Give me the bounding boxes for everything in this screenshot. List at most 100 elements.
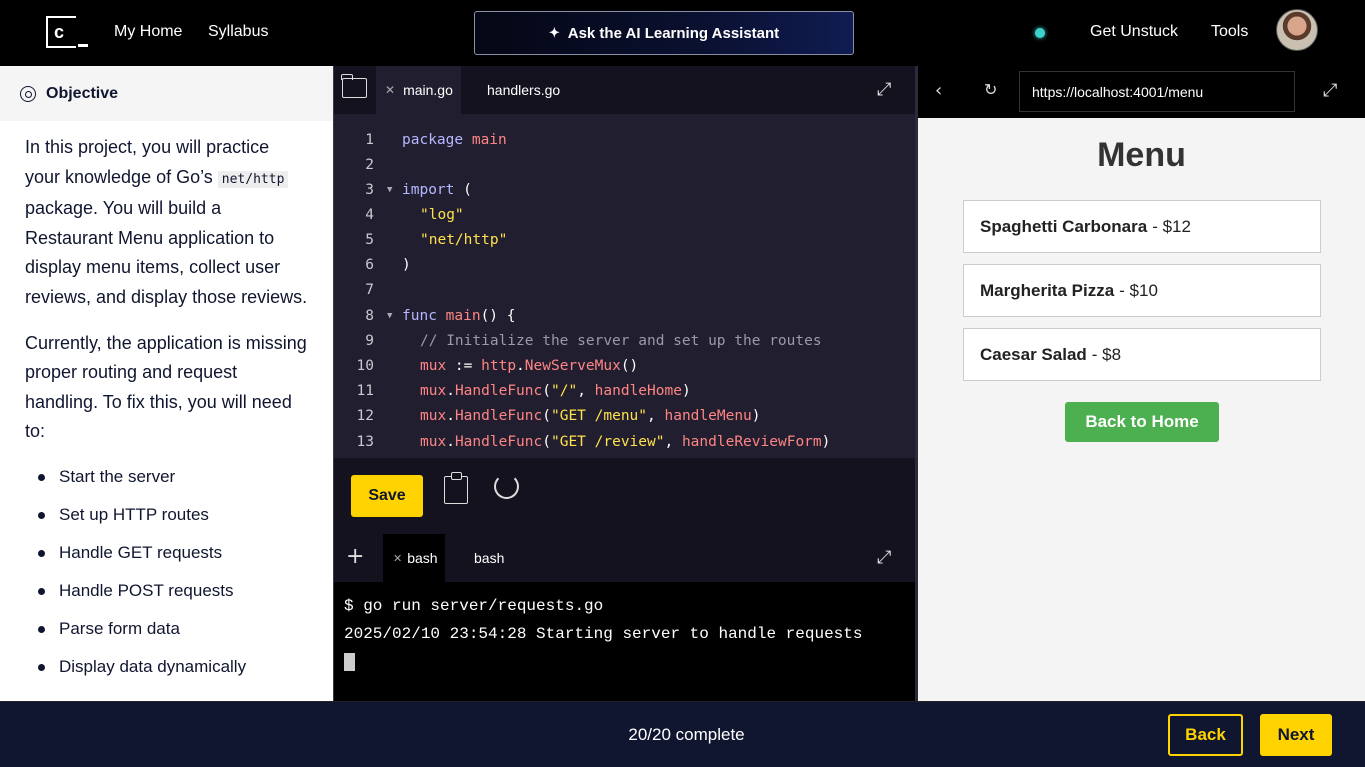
code-token: "log" — [420, 207, 464, 223]
terminal-tab-bar: + ✕ bash bash ⤢ — [334, 534, 915, 582]
item-name: Caesar Salad — [980, 344, 1087, 364]
line-number: 10 — [356, 358, 374, 374]
editor-tab-bar: ✕ main.go handlers.go ⤢ — [334, 66, 915, 114]
code-token: . — [446, 434, 455, 450]
code-token: HandleFunc — [454, 434, 543, 450]
list-item: Parse form data — [38, 617, 333, 655]
back-to-home-button[interactable]: Back to Home — [1065, 402, 1219, 442]
line-number: 8 — [365, 308, 374, 324]
tab-main-go[interactable]: ✕ main.go — [376, 66, 461, 114]
code-token: . — [446, 383, 455, 399]
add-terminal-icon[interactable]: + — [346, 544, 364, 569]
code-token: "GET /review" — [550, 434, 665, 450]
url-bar[interactable]: https://localhost:4001/menu — [1019, 71, 1295, 112]
code-token: . — [516, 358, 525, 374]
code-token: handleMenu — [664, 408, 752, 424]
nav-get-unstuck[interactable]: Get Unstuck — [1090, 23, 1178, 41]
code-token: ( — [463, 182, 472, 198]
line-number: 9 — [365, 333, 374, 349]
line-number: 6 — [365, 257, 374, 273]
line-number: 4 — [365, 207, 374, 223]
tab-label: bash — [407, 550, 438, 566]
user-avatar[interactable] — [1276, 9, 1318, 51]
code-token: mux — [420, 358, 447, 374]
code-token: http — [481, 358, 517, 374]
fold-arrow-icon[interactable]: ▼ — [387, 304, 392, 329]
line-number: 1 — [365, 132, 374, 148]
code-token: , — [647, 408, 665, 424]
tab-bash-2[interactable]: bash — [474, 534, 504, 582]
code-comment: // Initialize the server and set up the … — [420, 333, 822, 349]
code-area[interactable]: 1 package main 2 3 ▼ import ( 4 "log" 5 "net/… — [334, 128, 915, 458]
item-name: Margherita Pizza — [980, 280, 1115, 300]
footer-bar: 20/20 complete Back Next — [0, 701, 1365, 767]
code-token: mux — [420, 383, 447, 399]
terminal-line: $ go run server/requests.go — [344, 597, 604, 615]
line-number: 5 — [365, 232, 374, 248]
tab-label: handlers.go — [487, 82, 561, 98]
line-number: 2 — [365, 157, 374, 173]
clipboard-icon[interactable] — [444, 472, 468, 504]
nav-syllabus[interactable]: Syllabus — [208, 23, 268, 41]
code-token: package — [402, 132, 464, 148]
fold-arrow-icon[interactable]: ▼ — [387, 178, 392, 203]
code-token: ( — [542, 383, 551, 399]
code-token: () { — [480, 308, 516, 324]
code-token: "net/http" — [420, 232, 508, 248]
code-token: , — [577, 383, 595, 399]
list-item: Margherita Pizza - $10 — [963, 264, 1321, 317]
terminal-line: 2025/02/10 23:54:28 Starting server to h… — [344, 625, 863, 643]
expand-icon[interactable]: ⤢ — [877, 547, 897, 568]
code-token: := — [446, 358, 482, 374]
objective-header: Objective — [0, 66, 333, 121]
next-button[interactable]: Next — [1260, 714, 1332, 756]
nav-tools[interactable]: Tools — [1211, 23, 1248, 41]
line-number: 3 — [365, 182, 374, 198]
list-item: Spaghetti Carbonara - $12 — [963, 200, 1321, 253]
tab-bash-1[interactable]: ✕ bash — [383, 534, 445, 582]
close-icon[interactable]: ✕ — [393, 552, 402, 565]
top-navigation-bar: c My Home Syllabus ✦ Ask the AI Learning… — [0, 0, 1365, 66]
terminal-cursor — [344, 652, 355, 671]
folder-icon[interactable] — [341, 74, 367, 98]
code-token: HandleFunc — [454, 383, 543, 399]
item-price: - $10 — [1119, 280, 1158, 300]
expand-icon[interactable]: ⤢ — [877, 79, 897, 100]
line-number: 11 — [356, 383, 374, 399]
save-button[interactable]: Save — [351, 475, 423, 517]
code-token: handleReviewForm — [681, 434, 822, 450]
back-arrow-icon[interactable]: ‹ — [935, 80, 942, 101]
code-token: ) — [751, 408, 761, 424]
code-token: func — [402, 308, 437, 324]
tab-label: bash — [474, 550, 505, 566]
reset-icon[interactable] — [494, 474, 519, 499]
editor-action-bar: Save — [334, 458, 915, 534]
browser-preview: ‹ ↻ https://localhost:4001/menu ⤢ Menu S… — [918, 66, 1365, 701]
instructions-panel: Objective In this project, you will prac… — [0, 66, 333, 701]
back-button[interactable]: Back — [1168, 714, 1243, 756]
reload-icon[interactable]: ↻ — [984, 80, 997, 99]
nav-my-home[interactable]: My Home — [114, 23, 182, 41]
code-token: ) — [402, 257, 411, 273]
list-item: Start the server — [38, 465, 333, 503]
terminal-output[interactable]: $ go run server/requests.go 2025/02/10 2… — [334, 582, 915, 686]
item-price: - $12 — [1152, 216, 1191, 236]
list-item: Set up HTTP routes — [38, 503, 333, 541]
code-token: import — [402, 182, 455, 198]
ai-learning-assistant-button[interactable]: ✦ Ask the AI Learning Assistant — [474, 11, 854, 55]
line-number: 12 — [356, 408, 374, 424]
progress-text: 20/20 complete — [628, 725, 745, 744]
code-token: NewServeMux — [524, 358, 621, 374]
codecademy-logo[interactable]: c — [46, 16, 76, 48]
tab-handlers-go[interactable]: handlers.go — [487, 66, 560, 114]
code-token: . — [446, 408, 455, 424]
code-token: main — [471, 132, 507, 148]
code-token: ) — [681, 383, 691, 399]
code-editor: ✕ main.go handlers.go ⤢ 1 package main 2 … — [334, 66, 915, 534]
item-price: - $8 — [1091, 344, 1122, 364]
expand-icon[interactable]: ⤢ — [1323, 80, 1337, 101]
ai-button-label: Ask the AI Learning Assistant — [567, 24, 780, 42]
close-icon[interactable]: ✕ — [385, 83, 395, 97]
code-token: "GET /menu" — [550, 408, 648, 424]
page-title: Menu — [1097, 136, 1186, 174]
